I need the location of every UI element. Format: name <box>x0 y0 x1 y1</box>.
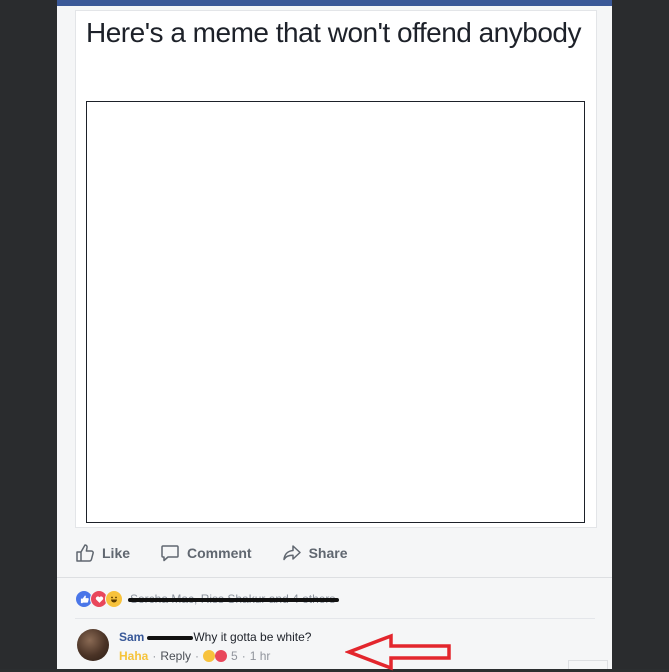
scroll-corner <box>568 660 608 669</box>
thumbs-up-icon <box>75 543 95 563</box>
like-label: Like <box>102 545 131 561</box>
comment-meta: Haha · Reply · 5 · 1 hr <box>119 649 270 663</box>
reactions-summary[interactable]: Sorcha Mac, Riss Shakur and 4 others <box>75 588 595 610</box>
post-content: Here's a meme that won't offend anybody <box>75 10 597 528</box>
comment-body: Sam Why it gotta be white? <box>119 630 311 644</box>
share-label: Share <box>308 545 348 561</box>
comment-time[interactable]: 1 hr <box>250 649 271 663</box>
reaction-count[interactable]: 5 <box>231 649 238 663</box>
meme-image[interactable] <box>86 101 585 523</box>
comment-text: Why it gotta be white? <box>193 630 312 644</box>
haha-reaction-link[interactable]: Haha <box>119 649 148 663</box>
separator-dot: · <box>152 649 157 663</box>
post-card: Here's a meme that won't offend anybody … <box>57 6 612 671</box>
separator-dot: · <box>241 649 246 663</box>
separator-dot: · <box>195 649 200 663</box>
comment-button[interactable]: Comment <box>160 543 252 563</box>
reply-link[interactable]: Reply <box>160 649 191 663</box>
like-button[interactable]: Like <box>75 543 130 563</box>
commenter-name[interactable]: Sam <box>119 630 144 644</box>
red-arrow-annotation <box>345 633 451 671</box>
post-actions: Like Comment Share <box>75 536 595 570</box>
right-margin <box>612 0 669 669</box>
share-button[interactable]: Share <box>282 543 348 563</box>
love-mini-icon <box>215 650 228 662</box>
comment-label: Comment <box>187 545 252 561</box>
divider <box>57 577 612 578</box>
redaction-bar <box>128 598 340 602</box>
haha-reaction-icon <box>105 590 123 608</box>
meme-caption: Here's a meme that won't offend anybody <box>86 17 581 48</box>
divider <box>75 618 595 619</box>
share-arrow-icon <box>282 543 302 563</box>
haha-mini-icon <box>203 650 216 662</box>
left-margin <box>0 0 57 669</box>
commenter-avatar[interactable] <box>77 629 109 661</box>
comment-bubble-icon <box>160 543 180 563</box>
reaction-names[interactable]: Sorcha Mac, Riss Shakur and 4 others <box>128 592 340 606</box>
name-redaction-bar <box>147 635 194 640</box>
